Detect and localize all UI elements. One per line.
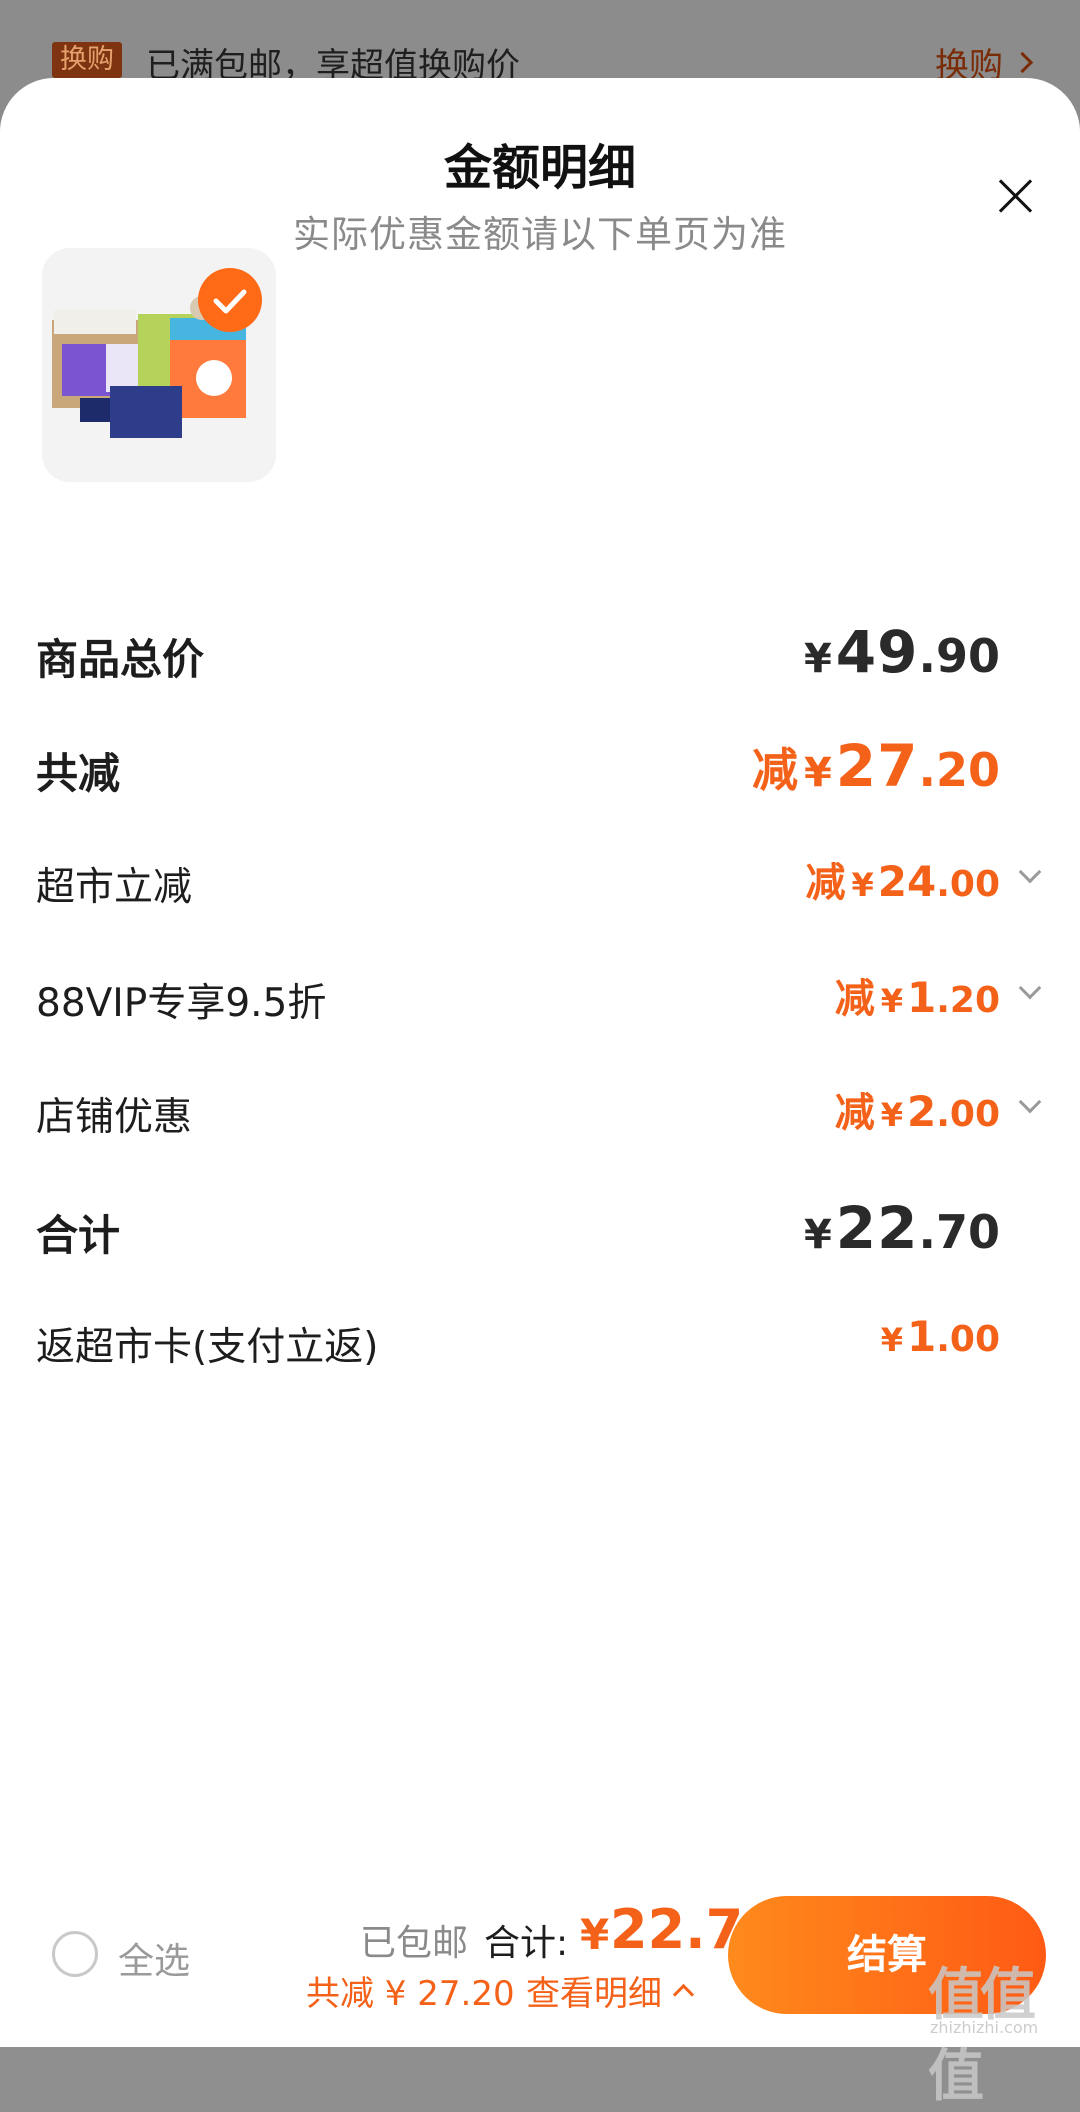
select-all-radio[interactable] xyxy=(52,1931,98,1977)
store-discount-value: 减 ¥ 2 .00 xyxy=(835,1080,1000,1138)
vip-discount-row[interactable]: 88VIP专享9.5折 减 ¥ 1 .20 xyxy=(0,966,1080,1026)
chevron-down-icon[interactable] xyxy=(1018,860,1042,884)
total-label: 合计: xyxy=(484,1923,569,1964)
reduce-prefix: 减 xyxy=(834,976,875,1022)
total-reduce-frac: .20 xyxy=(918,743,1001,797)
chevron-up-icon xyxy=(672,1983,695,2006)
supermarket-discount-row[interactable]: 超市立减 减 ¥ 24 .00 xyxy=(0,850,1080,910)
vip-discount-int: 1 xyxy=(906,973,937,1022)
card-return-int: 1 xyxy=(906,1312,937,1361)
sheet-title: 金额明细 xyxy=(443,140,636,196)
yen-sign: ¥ xyxy=(880,982,903,1020)
total-reduce-row: 共减 减 ¥ 27 .20 xyxy=(0,732,1080,802)
chevron-down-icon[interactable] xyxy=(1018,976,1042,1000)
total-reduce-int: 27 xyxy=(835,732,919,800)
view-detail-link[interactable]: 查看明细 xyxy=(526,1966,695,2015)
sum-int: 22 xyxy=(835,1194,919,1262)
total-yen-sign: ¥ xyxy=(580,1910,610,1959)
total-amount: 22.7 xyxy=(610,1898,744,1961)
supermarket-discount-int: 24 xyxy=(877,857,937,906)
exchange-tag: 换购 xyxy=(52,42,122,78)
card-return-label: 返超市卡(支付立返) xyxy=(36,1325,379,1370)
selected-check-icon[interactable] xyxy=(198,268,262,332)
reduce-prefix: 减 xyxy=(834,1090,875,1136)
goods-total-label: 商品总价 xyxy=(36,635,205,684)
card-return-frac: .00 xyxy=(936,1319,1000,1360)
yen-sign: ¥ xyxy=(880,1096,903,1134)
sum-label: 合计 xyxy=(36,1211,121,1260)
view-detail-label: 查看明细 xyxy=(526,1974,662,2014)
store-discount-frac: .00 xyxy=(936,1094,1000,1135)
card-return-value: ¥ 1 .00 xyxy=(881,1312,1000,1361)
total-reduce-summary: 共减 ¥ 27.20 xyxy=(306,1974,515,2014)
supermarket-discount-frac: .00 xyxy=(936,864,1000,905)
vip-discount-value: 减 ¥ 1 .20 xyxy=(835,966,1000,1024)
vip-discount-frac: .20 xyxy=(936,980,1000,1021)
goods-total-value: ¥ 49 .90 xyxy=(804,618,1000,686)
checkmark-icon xyxy=(213,289,247,314)
store-discount-int: 2 xyxy=(906,1087,937,1136)
store-discount-label: 店铺优惠 xyxy=(36,1095,193,1140)
goods-total-frac: .90 xyxy=(918,629,1001,683)
select-all-label[interactable]: 全选 xyxy=(118,1932,190,1984)
reduce-prefix: 减 xyxy=(751,743,798,797)
chevron-down-icon[interactable] xyxy=(1018,1090,1042,1114)
yen-sign: ¥ xyxy=(803,636,832,682)
yen-sign: ¥ xyxy=(803,750,832,796)
watermark-url: zhizhizhi.com xyxy=(930,2018,1039,2037)
supermarket-discount-label: 超市立减 xyxy=(36,865,193,910)
goods-total-row: 商品总价 ¥ 49 .90 xyxy=(0,618,1080,688)
goods-total-int: 49 xyxy=(835,618,919,686)
supermarket-discount-value: 减 ¥ 24 .00 xyxy=(806,850,1001,908)
yen-sign: ¥ xyxy=(851,866,874,904)
chevron-right-icon xyxy=(1011,51,1034,74)
free-shipping-label: 已包邮 xyxy=(360,1923,469,1964)
yen-sign: ¥ xyxy=(803,1212,832,1258)
sum-value: ¥ 22 .70 xyxy=(804,1194,1000,1262)
yen-sign: ¥ xyxy=(880,1321,903,1359)
card-return-row: 返超市卡(支付立返) ¥ 1 .00 xyxy=(0,1312,1080,1372)
total-reduce-value: 减 ¥ 27 .20 xyxy=(752,732,1000,800)
reduce-prefix: 减 xyxy=(805,860,846,906)
sum-row: 合计 ¥ 22 .70 xyxy=(0,1194,1080,1264)
vip-discount-label: 88VIP专享9.5折 xyxy=(36,981,327,1026)
total-reduce-label: 共减 xyxy=(36,749,121,798)
store-discount-row[interactable]: 店铺优惠 减 ¥ 2 .00 xyxy=(0,1080,1080,1140)
sum-frac: .70 xyxy=(918,1205,1001,1259)
close-icon[interactable] xyxy=(990,170,1042,222)
